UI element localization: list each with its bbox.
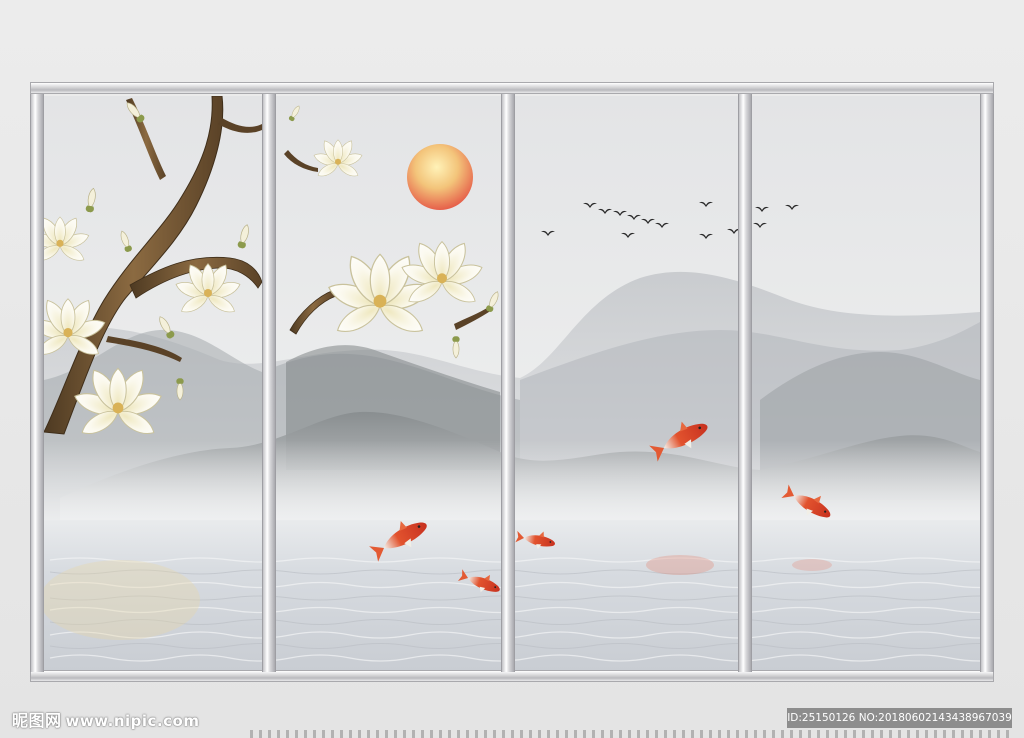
sun-icon	[407, 144, 473, 210]
image-id-label: ID:25150126 NO:20180602143438967039	[787, 708, 1012, 728]
frame-divider-2	[501, 94, 515, 672]
watermark-site-text: www.nipic.com	[65, 712, 200, 730]
bottom-edge-strip	[250, 730, 1010, 738]
frame-left-post	[30, 94, 44, 672]
site-watermark: 昵图网 www.nipic.com	[12, 707, 199, 731]
watermark-logo-text: 昵图网	[12, 711, 62, 730]
frame-top-rail	[30, 82, 994, 94]
frame-divider-1	[262, 94, 276, 672]
frame-divider-3	[738, 94, 752, 672]
mural-scene	[0, 0, 1024, 738]
frame-right-post	[980, 94, 994, 672]
